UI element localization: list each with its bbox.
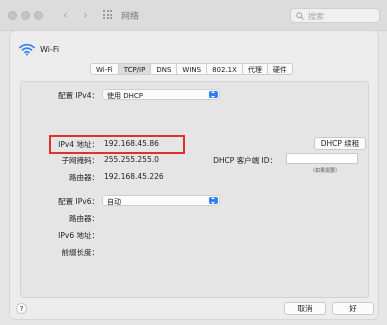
settings-tabs: Wi-Fi TCP/IP DNS WINS 802.1X 代理 硬件 bbox=[90, 63, 293, 75]
ipv6-address-label: IPv6 地址： bbox=[58, 231, 99, 240]
router6-label: 路由器： bbox=[69, 214, 99, 223]
configure-ipv6-label: 配置 IPv6： bbox=[58, 197, 99, 206]
show-all-grid-icon[interactable] bbox=[103, 10, 112, 19]
prefix-length-label: 前缀长度： bbox=[61, 248, 100, 257]
tab-wifi[interactable]: Wi-Fi bbox=[90, 63, 119, 75]
window-titlebar: ‹ › 网络 搜索 bbox=[0, 0, 387, 31]
configure-ipv4-label: 配置 IPv4： bbox=[58, 91, 99, 100]
tab-proxy[interactable]: 代理 bbox=[242, 63, 268, 75]
search-placeholder: 搜索 bbox=[308, 12, 324, 21]
configure-ipv4-value: 使用 DHCP bbox=[107, 92, 143, 100]
forward-arrow-icon[interactable]: › bbox=[83, 8, 88, 22]
ok-button[interactable]: 好 bbox=[332, 302, 374, 315]
network-settings-panel: Wi-Fi Wi-Fi TCP/IP DNS WINS 802.1X 代理 硬件… bbox=[9, 30, 379, 320]
tab-hardware[interactable]: 硬件 bbox=[267, 63, 293, 75]
select-stepper-icon bbox=[209, 91, 218, 98]
configure-ipv6-select[interactable]: 自动 bbox=[102, 195, 220, 206]
help-button[interactable]: ? bbox=[16, 303, 27, 314]
tab-8021x[interactable]: 802.1X bbox=[207, 63, 243, 75]
tab-dns[interactable]: DNS bbox=[151, 63, 178, 75]
ipv4-address-value: 192.168.45.86 bbox=[104, 139, 159, 148]
router-label: 路由器： bbox=[69, 173, 99, 182]
back-arrow-icon[interactable]: ‹ bbox=[63, 8, 68, 22]
select-stepper-icon bbox=[209, 197, 218, 204]
minimize-window-button[interactable] bbox=[21, 11, 30, 20]
dhcp-client-id-hint: （如果需要） bbox=[310, 168, 341, 174]
cancel-button[interactable]: 取消 bbox=[284, 302, 326, 315]
tcpip-content: 配置 IPv4： 使用 DHCP IPv4 地址： 192.168.45.86 … bbox=[20, 81, 369, 298]
interface-name: Wi-Fi bbox=[40, 45, 60, 54]
search-icon bbox=[296, 12, 304, 20]
router-value: 192.168.45.226 bbox=[104, 172, 164, 181]
subnet-mask-value: 255.255.255.0 bbox=[104, 155, 159, 164]
ipv4-address-label: IPv4 地址： bbox=[58, 140, 99, 149]
tab-tcpip[interactable]: TCP/IP bbox=[118, 63, 152, 75]
dhcp-client-id-field[interactable] bbox=[286, 153, 358, 164]
tab-wins[interactable]: WINS bbox=[177, 63, 208, 75]
search-field[interactable]: 搜索 bbox=[290, 8, 380, 23]
configure-ipv4-select[interactable]: 使用 DHCP bbox=[102, 89, 220, 100]
zoom-window-button[interactable] bbox=[34, 11, 43, 20]
window-title: 网络 bbox=[121, 12, 140, 22]
configure-ipv6-value: 自动 bbox=[107, 198, 121, 206]
dhcp-client-id-label: DHCP 客户端 ID： bbox=[213, 156, 277, 165]
renew-dhcp-button[interactable]: DHCP 续租 bbox=[314, 137, 366, 150]
close-window-button[interactable] bbox=[8, 11, 17, 20]
wifi-icon bbox=[19, 43, 35, 56]
subnet-mask-label: 子网掩码： bbox=[61, 156, 100, 165]
